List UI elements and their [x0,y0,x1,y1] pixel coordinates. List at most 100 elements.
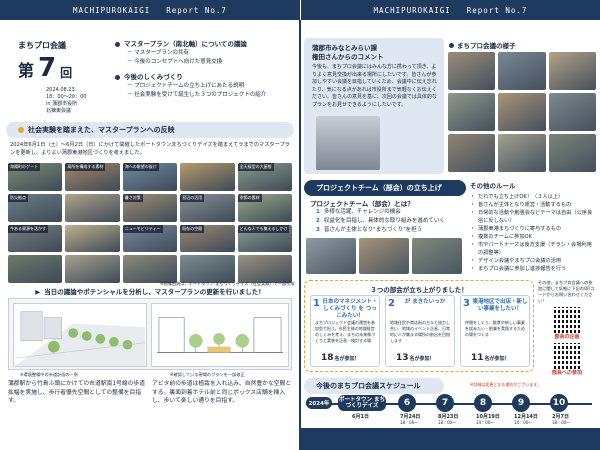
photo: 全天候型の大屋根 [237,163,292,191]
photo-caption: 防災拠点 [8,193,28,202]
rules-heading: その他のルール [470,182,516,190]
drawing-note-right: ※確認している現場のプランを一部修正 [170,372,245,377]
qr-code-2[interactable] [554,343,580,369]
rule-item: 皆さんが主体となり運営・活動するもの [470,201,596,209]
qr-label-2: 部会への参加 [551,370,582,376]
speaker-photo [316,116,380,170]
groups-box: ３つの部会が立ち上がりました！ 1 日本のマネジメント・しくみづくり を つっこみ… [304,280,534,372]
rule-item: デザイン会議やまちプロ会議の活用 [470,257,596,265]
schedule-node: 6 [398,394,416,412]
project-photos [306,238,462,274]
schedule-date: 7月24日 18：00～ [400,414,421,425]
project-heading: プロジェクトチーム（部会）の立ち上げ [304,180,466,196]
photo-caption: どんな人でも集えるしかけ [237,224,290,233]
photo: 高所を構成する素材 [65,163,120,191]
photo-caption: 季節の素材 [237,193,262,202]
group-count: 11名が参加！ [471,353,510,363]
comment-title-1: 蒲郡市みなとみらい課 [312,44,377,52]
group-title: 日本のマネジメント・しくみづくり を つっこみたい！ [322,299,378,319]
photo: 暑さ対策 [122,193,178,222]
project-question: プロジェクトチーム（部会）とは？ [310,200,414,208]
comment-body: 今後も、まちプロ会議にはみんな方に携わって頂き、よりよく意見交換が出来る場所にし… [312,64,437,108]
header-issue: Report No.7 [166,5,227,15]
group-count: 18名が参加！ [321,353,360,363]
bottom-right-text: アピタ前の歩道は植栽を入れ込み、自然豊かな空間とする。裏面到着ホテル前と同じボッ… [152,381,292,404]
qr-label-1: 部会の企画 [554,334,580,340]
group-title: が まきたいっか [404,299,446,305]
photo [65,193,120,222]
comment-title-2: 権田さんからのコメント [312,53,384,61]
bottom-left-text: 蒲郡駅から竹島ふ頭にかけての市道駅南1号線の歩道拡幅を実施し、歩行者優先空間とし… [8,381,146,404]
photo [65,255,120,283]
section1-intro: 2024年6月1日（土）～6月2日（日）にかけて開催したポートタウンまちづくりデ… [10,142,290,156]
plan-drawings [8,298,292,370]
photo: ニューモビリティー [122,224,178,253]
triangle-icon: ▶ [35,288,41,296]
section2-heading: ▶ 当日の議論やポテンシャルを分析し、マスタープランの更新を行いました！ [35,288,265,296]
schedule-note: ※詳細は変更となる場合がございます。 [470,382,541,387]
issue-number: 第 7 回 [18,53,73,83]
project-photo [359,238,409,274]
qr-code-1[interactable] [554,307,580,333]
meeting-photos [448,52,596,172]
photo [8,255,63,283]
scene-label: まちプロ会議の様子 [449,40,516,50]
photo-caption: 窓辺の活用 [180,193,205,202]
project-photo [306,238,356,274]
schedule-date: 8月23日 18：00～ [438,414,459,425]
bullet-icon [115,75,120,80]
rule-item: 複数のチームに参加OK [470,233,596,241]
issue-title-block: まちプロ会議 第 7 回 2024.08.23 18：00～20：00 in 蒲… [18,40,108,115]
photo: 既存の空間 [180,224,235,253]
schedule-heading: 今後のまちプロ会議スケジュール [304,378,444,394]
page-divider [299,20,301,450]
group-title: 東港地区で出店・新しい事業をしたい！ [472,299,528,312]
schedule-node: 10 [550,394,568,412]
meeting-meta: 2024.08.23 18：00～20：00 in 蒲郡市役所 北棟東会議 [46,87,87,114]
header-org: MACHIPUROKAIGI [73,5,151,15]
group-desc: 地域住民や商店街の方々と協力し合い、地域のイベント企画、日常的に人が集まる場所の… [390,320,450,343]
photo-caption: 今ある資源を活かす [8,224,48,233]
agenda-item: － プロジェクトチームの立ち上げにあたる説明 [127,83,245,89]
header-right: MACHIPUROKAIGI Report No.7 [300,0,600,20]
bottom-band [300,428,600,450]
qr-area: その他、まちプロ会議への参加に関して気軽に下記のQRコードからお問い合わせくださ… [538,280,596,376]
photo [237,255,292,283]
meeting-photo [498,52,546,90]
bullet-icon [449,42,454,48]
photo [180,255,235,283]
photo: 海への眺望の抜け [122,163,178,191]
group-card: 3 東港地区で出店・新しい事業をしたい！ 仲間をしくり、飲食や新しい事業を試みたい・… [460,295,530,367]
schedule-node: 9 [512,394,530,412]
bullet-icon [18,127,24,133]
photo-caption: 海への眺望の抜け [122,163,159,171]
meeting-photo [498,134,546,172]
year-pill: 2024年 [306,397,332,409]
header-left: MACHIPUROKAIGI Report No.7 [0,0,300,20]
rule-item: 日常的な活動や勉強会などテーマは自由（公序良俗に反しない） [470,209,596,225]
event-pill: ポートタウン まちづくりデイズ [338,395,386,411]
schedule-date: 10月19日 14：00～ [476,414,500,425]
section-drawing [151,303,289,367]
meeting-photo [448,134,496,172]
photo: 海陽町のゲート [8,163,63,191]
section1-heading: 社会実験を踏まえた、マスタープランへの反映 [6,122,294,138]
schedule-node: 7 [436,394,454,412]
event-date: 6月1日 [352,414,369,420]
photo-caption: 全天候型の大屋根 [237,163,274,171]
photo [180,163,235,191]
photo: 窓辺の活用 [180,193,235,222]
photo-caption: 海陽町のゲート [8,163,40,171]
meeting-photo [448,93,496,131]
project-photo [412,238,462,274]
group-card: 2が まきたいっか 地域住民や商店街の方々と協力し合い、地域のイベント企画、日常的… [385,295,455,367]
meeting-photo [548,52,596,90]
list-item: 2 収益化を目指し、具体的な取り組みを進めていく [316,218,445,224]
drawing-note-left: ※環境整備中の歩道計画の一例 [20,372,78,377]
rule-item: 市やパートナーズは後方支援（チラシ・会場利用の調整等） [470,241,596,257]
photo-caption: 暑さ対策 [122,193,143,202]
header-issue: Report No.7 [466,5,528,15]
photo-caption: 高所を構成する素材 [65,163,106,171]
schedule-timeline: 2024年 ポートタウン まちづくりデイズ 6月1日 6 7月24日 18：00～ 7… [306,394,596,425]
groups-heading: ３つの部会が立ち上がりました！ [370,286,468,294]
